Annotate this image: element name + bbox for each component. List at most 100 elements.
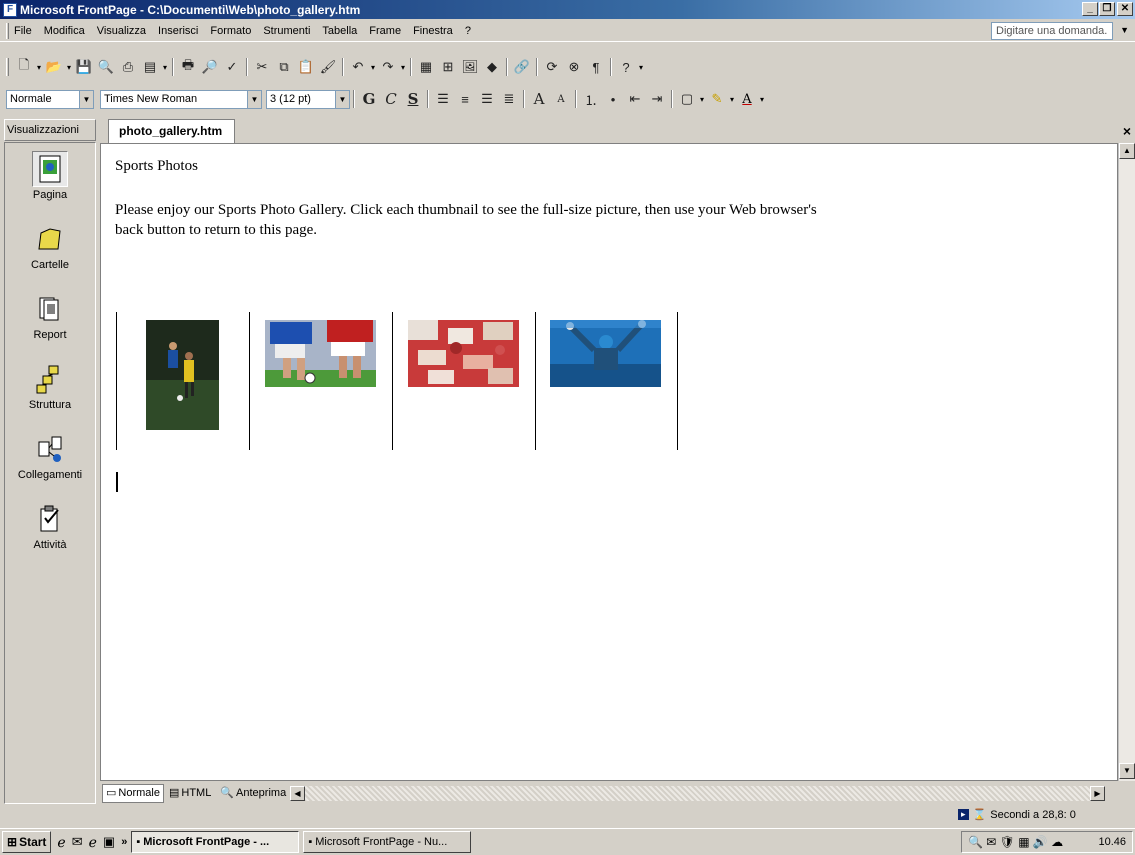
menu-modifica[interactable]: Modifica [44,25,85,37]
style-select[interactable]: Normale ▼ [6,89,94,109]
thumbnail-3[interactable] [408,320,519,387]
numbering-icon[interactable]: ⒈ [580,88,602,110]
vertical-scrollbar[interactable]: ▲ ▼ [1118,143,1135,781]
help-icon[interactable]: ? [615,56,637,78]
increase-font-icon[interactable]: A [528,88,550,110]
maximize-button[interactable]: ❐ [1099,2,1115,16]
help-question-input[interactable]: Digitare una domanda. [991,22,1113,40]
format-painter-icon[interactable]: 🖌 [317,56,339,78]
web-component-icon[interactable]: ▦ [415,56,437,78]
highlight-icon[interactable]: ✎ [706,88,728,110]
drawing-icon[interactable]: ◆ [481,56,503,78]
borders-dropdown-icon[interactable]: ▾ [698,95,706,104]
close-document-icon[interactable]: × [1123,123,1131,139]
decrease-font-icon[interactable]: A [550,88,572,110]
font-dropdown-icon[interactable]: ▼ [247,90,261,108]
view-tasks[interactable]: Attività [5,501,95,551]
tray-icons[interactable]: 🔍 ✉ 🛡 ▦ 🔊 ☁ [968,835,1063,849]
page-heading[interactable]: Sports Photos [115,158,198,175]
scroll-left-icon[interactable]: ◀ [290,786,305,801]
task-frontpage-1[interactable]: ▪ Microsoft FrontPage - ... [131,831,300,853]
bold-button[interactable]: G [358,88,380,110]
paste-icon[interactable]: 📋 [295,56,317,78]
new-page-icon[interactable]: 🗋 [13,56,35,78]
thumbnail-1[interactable] [146,320,219,430]
highlight-dropdown-icon[interactable]: ▾ [728,95,736,104]
close-button[interactable]: ✕ [1117,2,1133,16]
menu-file[interactable]: File [14,25,32,37]
menu-finestra[interactable]: Finestra [413,25,453,37]
show-all-icon[interactable]: ¶ [585,56,607,78]
help-dropdown-icon[interactable]: ▼ [1120,25,1129,35]
refresh-icon[interactable]: ⟳ [541,56,563,78]
stop-icon[interactable]: ⊗ [563,56,585,78]
view-reports[interactable]: Report [5,291,95,341]
toggle-pane-icon[interactable]: ▤ [139,56,161,78]
scroll-down-icon[interactable]: ▼ [1119,763,1135,779]
view-folders[interactable]: Cartelle [5,221,95,271]
undo-icon[interactable]: ↶ [347,56,369,78]
increase-indent-icon[interactable]: ⇥ [646,88,668,110]
decrease-indent-icon[interactable]: ⇤ [624,88,646,110]
font-select[interactable]: Times New Roman ▼ [100,89,262,109]
minimize-button[interactable]: _ [1082,2,1098,16]
align-right-icon[interactable]: ☰ [476,88,498,110]
italic-button[interactable]: C [380,88,402,110]
size-dropdown-icon[interactable]: ▼ [335,90,349,108]
spelling-icon[interactable]: ✓ [221,56,243,78]
menu-grip[interactable] [6,22,9,39]
thumbnail-4[interactable] [550,320,661,387]
undo-dropdown-icon[interactable]: ▾ [369,63,377,72]
size-select[interactable]: 3 (12 pt) ▼ [266,89,350,109]
borders-icon[interactable]: ▢ [676,88,698,110]
menu-help[interactable]: ? [465,25,471,37]
insert-picture-icon[interactable]: 🖼 [459,56,481,78]
menu-inserisci[interactable]: Inserisci [158,25,198,37]
ie-icon-2[interactable]: ℯ [89,834,97,851]
download-speed-icon[interactable]: ▸ [958,809,969,820]
insert-table-icon[interactable]: ⊞ [437,56,459,78]
horizontal-scrollbar[interactable]: ◀ ▶ [290,786,1105,801]
toolbar-grip[interactable] [6,58,9,76]
redo-dropdown-icon[interactable]: ▾ [399,63,407,72]
align-center-icon[interactable]: ≡ [454,88,476,110]
task-frontpage-2[interactable]: ▪ Microsoft FrontPage - Nu... [303,831,472,853]
copy-icon[interactable]: ⧉ [273,56,295,78]
menu-frame[interactable]: Frame [369,25,401,37]
cut-icon[interactable]: ✂ [251,56,273,78]
start-button[interactable]: ⊞ Start [2,831,52,853]
menu-visualizza[interactable]: Visualizza [97,25,146,37]
pane-dropdown-icon[interactable]: ▾ [161,63,169,72]
intro-paragraph[interactable]: Please enjoy our Sports Photo Gallery. C… [115,200,835,240]
clock[interactable]: 10.46 [1098,836,1126,848]
frontpage-app-icon[interactable]: F [3,2,17,17]
print-preview-icon[interactable]: 🔎 [199,56,221,78]
page-editor[interactable]: Sports Photos Please enjoy our Sports Ph… [100,143,1118,781]
media-icon[interactable]: ▣ [103,834,115,850]
bullets-icon[interactable]: • [602,88,624,110]
menu-strumenti[interactable]: Strumenti [263,25,310,37]
publish-icon[interactable]: ⎙ [117,56,139,78]
align-left-icon[interactable]: ☰ [432,88,454,110]
font-color-icon[interactable]: A [736,88,758,110]
tab-normal-view[interactable]: ▭ Normale [102,783,164,803]
scroll-up-icon[interactable]: ▲ [1119,143,1135,159]
toolbar-options-icon[interactable]: ▾ [637,63,645,72]
view-navigation[interactable]: Struttura [5,361,95,411]
hyperlink-icon[interactable]: 🔗 [511,56,533,78]
scroll-right-icon[interactable]: ▶ [1090,786,1105,801]
menu-tabella[interactable]: Tabella [322,25,357,37]
menu-formato[interactable]: Formato [210,25,251,37]
view-page[interactable]: Pagina [5,151,95,201]
justify-icon[interactable]: ≣ [498,88,520,110]
outlook-icon[interactable]: ✉ [72,834,83,850]
font-color-dropdown-icon[interactable]: ▾ [758,95,766,104]
tab-html-view[interactable]: ▤ HTML [165,784,215,803]
open-dropdown-icon[interactable]: ▾ [65,63,73,72]
print-icon[interactable]: 🖶 [177,56,199,78]
underline-button[interactable]: S [402,88,424,110]
thumbnail-2[interactable] [265,320,376,387]
new-dropdown-icon[interactable]: ▾ [35,63,43,72]
redo-icon[interactable]: ↷ [377,56,399,78]
save-icon[interactable]: 💾 [73,56,95,78]
